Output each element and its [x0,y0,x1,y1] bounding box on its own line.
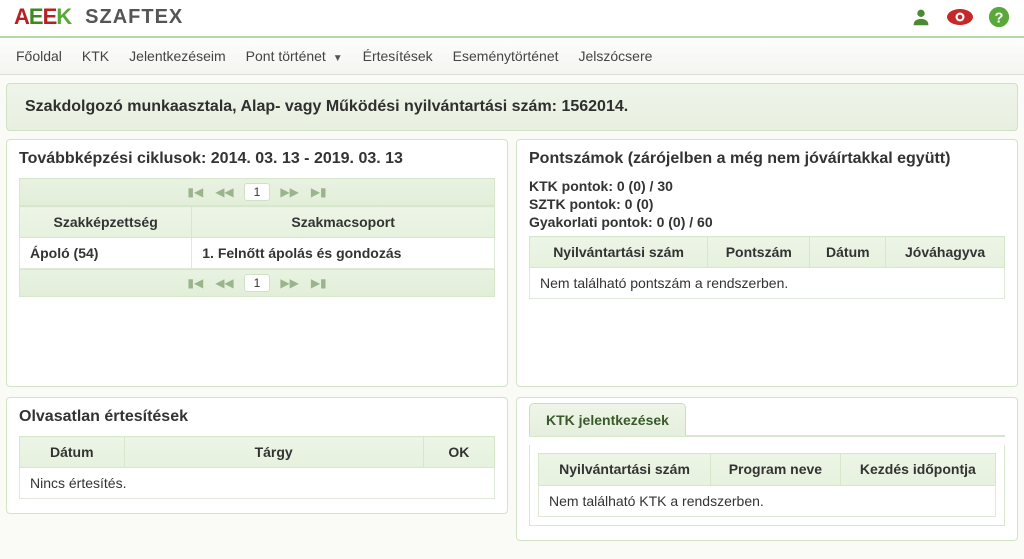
applications-tabpane: Nyilvántartási szám Program neve Kezdés … [529,445,1005,526]
unread-col-date: Dátum [20,437,125,468]
unread-col-ok: OK [423,437,494,468]
brand-area: AEEK SZAFTEX [14,4,183,30]
pager-next-icon[interactable]: ▶▶ [278,276,300,290]
apps-col-regnum: Nyilvántartási szám [539,454,711,486]
left-column: Továbbképzési ciklusok: 2014. 03. 13 - 2… [6,139,508,551]
apps-col-start: Kezdés időpontja [840,454,995,486]
points-value: 0 (0) / 30 [617,178,673,194]
logo-aeek: AEEK [14,4,71,30]
cell-group: 1. Felnőtt ápolás és gondozás [192,238,495,269]
applications-tabstrip: KTK jelentkezések [529,402,1005,437]
cycles-pager-bottom: ▮◀ ◀◀ 1 ▶▶ ▶▮ [19,269,495,297]
points-col-date: Dátum [810,237,886,268]
points-label: KTK pontok: [529,178,613,194]
unread-table: Dátum Tárgy OK Nincs értesítés. [19,436,495,499]
header-bar: AEEK SZAFTEX ? [0,0,1024,38]
site-name: SZAFTEX [85,6,183,29]
nav-pont-tortenet[interactable]: Pont történet ▼ [246,48,343,64]
right-column: Pontszámok (zárójelben a még nem jóváírt… [516,139,1018,551]
unread-empty-message: Nincs értesítés. [20,468,495,499]
columns: Továbbképzési ciklusok: 2014. 03. 13 - 2… [6,139,1018,551]
page-title: Szakdolgozó munkaasztala, Alap- vagy Műk… [6,83,1018,131]
points-panel: Pontszámok (zárójelben a még nem jóváírt… [516,139,1018,387]
nav-jelszocsere[interactable]: Jelszócsere [579,48,653,64]
points-panel-title: Pontszámok (zárójelben a még nem jóváírt… [529,150,1005,168]
points-line-practice: Gyakorlati pontok: 0 (0) / 60 [529,214,1005,230]
unread-col-subject: Tárgy [124,437,423,468]
cycles-pager-top: ▮◀ ◀◀ 1 ▶▶ ▶▮ [19,178,495,206]
cycles-table: Szakképzettség Szakmacsoport Ápoló (54) … [19,206,495,269]
cycles-panel-title: Továbbképzési ciklusok: 2014. 03. 13 - 2… [19,150,495,168]
points-value: 0 (0) [625,196,654,212]
cycles-col-group: Szakmacsoport [192,207,495,238]
table-row: Nem található KTK a rendszerben. [539,485,996,516]
points-table: Nyilvántartási szám Pontszám Dátum Jóváh… [529,236,1005,299]
applications-panel: KTK jelentkezések Nyilvántartási szám Pr… [516,397,1018,541]
nav-fooldal[interactable]: Főoldal [16,48,62,64]
table-row[interactable]: Ápoló (54) 1. Felnőtt ápolás és gondozás [20,238,495,269]
cycles-panel: Továbbképzési ciklusok: 2014. 03. 13 - 2… [6,139,508,387]
pager-current-page: 1 [244,183,271,201]
pager-prev-icon[interactable]: ◀◀ [213,185,235,199]
points-col-score: Pontszám [708,237,810,268]
nav-pont-tortenet-label: Pont történet [246,48,326,64]
pager-next-icon[interactable]: ▶▶ [278,185,300,199]
unread-panel-title: Olvasatlan értesítések [19,408,495,426]
points-label: Gyakorlati pontok: [529,214,653,230]
nav-jelentkezeseim[interactable]: Jelentkezéseim [129,48,226,64]
help-icon[interactable]: ? [988,6,1010,28]
svg-text:?: ? [995,11,1004,27]
pager-prev-icon[interactable]: ◀◀ [213,276,235,290]
points-value: 0 (0) / 60 [657,214,713,230]
points-line-ktk: KTK pontok: 0 (0) / 30 [529,178,1005,194]
chevron-down-icon: ▼ [333,53,343,64]
points-empty-message: Nem található pontszám a rendszerben. [530,268,1005,299]
main-nav: Főoldal KTK Jelentkezéseim Pont történet… [0,38,1024,75]
user-icon[interactable] [910,6,932,28]
pager-first-icon[interactable]: ▮◀ [185,185,205,199]
page-body: Szakdolgozó munkaasztala, Alap- vagy Műk… [0,75,1024,559]
table-row: Nincs értesítés. [20,468,495,499]
points-col-approved: Jóváhagyva [886,237,1005,268]
table-row: Nem található pontszám a rendszerben. [530,268,1005,299]
pager-current-page: 1 [244,274,271,292]
header-icons: ? [910,6,1010,28]
nav-esemenytortenet[interactable]: Eseménytörténet [453,48,559,64]
apps-col-program: Program neve [711,454,841,486]
pager-last-icon[interactable]: ▶▮ [309,185,329,199]
pager-last-icon[interactable]: ▶▮ [309,276,329,290]
apps-empty-message: Nem található KTK a rendszerben. [539,485,996,516]
applications-table: Nyilvántartási szám Program neve Kezdés … [538,453,996,517]
cycles-col-qualification: Szakképzettség [20,207,192,238]
unread-panel: Olvasatlan értesítések Dátum Tárgy OK Ni… [6,397,508,514]
points-col-regnum: Nyilvántartási szám [530,237,708,268]
points-line-sztk: SZTK pontok: 0 (0) [529,196,1005,212]
tab-ktk-applications[interactable]: KTK jelentkezések [529,403,686,436]
nav-ertesitesek[interactable]: Értesítések [363,48,433,64]
pager-first-icon[interactable]: ▮◀ [185,276,205,290]
points-label: SZTK pontok: [529,196,621,212]
nav-ktk[interactable]: KTK [82,48,109,64]
cell-qualification: Ápoló (54) [20,238,192,269]
eye-icon[interactable] [946,6,974,28]
